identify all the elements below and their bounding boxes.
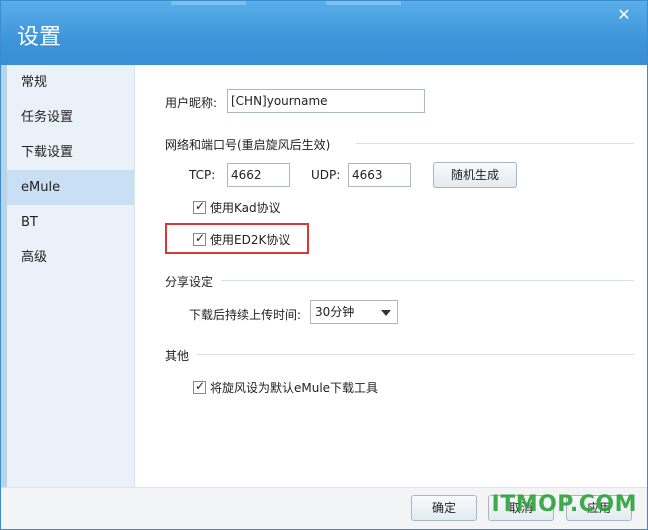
chevron-down-icon bbox=[381, 310, 391, 316]
checkbox-box: ✓ bbox=[193, 231, 206, 246]
ed2k-checkbox[interactable]: ✓ 使用ED2K协议 bbox=[193, 231, 290, 248]
other-group-label: 其他 bbox=[165, 349, 190, 363]
sidebar-item-download-settings[interactable]: 下载设置 bbox=[7, 135, 134, 170]
group-divider bbox=[221, 280, 634, 281]
group-divider bbox=[197, 354, 634, 355]
window-title: 设置 bbox=[17, 25, 62, 50]
ok-button[interactable]: 确定 bbox=[411, 495, 477, 521]
random-generate-button[interactable]: 随机生成 bbox=[433, 162, 517, 188]
checkbox-box: ✓ bbox=[193, 379, 206, 394]
udp-port-input[interactable]: 4663 bbox=[348, 163, 411, 187]
tcp-label: TCP: bbox=[189, 168, 216, 182]
sidebar: 常规 任务设置 下载设置 eMule BT 高级 bbox=[7, 65, 135, 522]
ed2k-checkbox-label: 使用ED2K协议 bbox=[210, 233, 291, 247]
checkmark-icon: ✓ bbox=[195, 199, 206, 213]
settings-window: 设置 ✕ 常规 任务设置 下载设置 eMule BT 高级 用户昵称: [CHN… bbox=[0, 0, 648, 530]
title-bar-tab-hint bbox=[171, 1, 246, 5]
nickname-input[interactable]: [CHN]yourname bbox=[227, 89, 425, 113]
sidebar-item-bt[interactable]: BT bbox=[7, 205, 134, 240]
nickname-label: 用户昵称: bbox=[165, 96, 218, 110]
share-group-label: 分享设定 bbox=[165, 275, 214, 289]
kad-checkbox[interactable]: ✓ 使用Kad协议 bbox=[193, 199, 281, 216]
default-emule-checkbox[interactable]: ✓ 将旋风设为默认eMule下载工具 bbox=[193, 379, 378, 396]
upload-time-select[interactable]: 30分钟 bbox=[310, 300, 398, 324]
settings-content bbox=[136, 65, 642, 522]
checkmark-icon: ✓ bbox=[195, 379, 206, 393]
sidebar-item-emule[interactable]: eMule bbox=[7, 170, 134, 205]
tcp-port-input[interactable]: 4662 bbox=[227, 163, 290, 187]
sidebar-item-general[interactable]: 常规 bbox=[7, 65, 134, 100]
network-group-label: 网络和端口号(重启旋风后生效) bbox=[165, 138, 331, 152]
upload-time-value: 30分钟 bbox=[315, 305, 355, 319]
title-bar[interactable]: 设置 ✕ bbox=[1, 1, 647, 65]
upload-time-label: 下载后持续上传时间: bbox=[189, 308, 302, 322]
sidebar-item-task-settings[interactable]: 任务设置 bbox=[7, 100, 134, 135]
group-divider bbox=[356, 143, 634, 144]
sidebar-item-advanced[interactable]: 高级 bbox=[7, 240, 134, 275]
default-emule-checkbox-label: 将旋风设为默认eMule下载工具 bbox=[210, 381, 379, 395]
title-bar-tab-hint bbox=[326, 1, 401, 5]
checkmark-icon: ✓ bbox=[195, 231, 206, 245]
watermark: ITMOP.COM bbox=[491, 492, 637, 517]
kad-checkbox-label: 使用Kad协议 bbox=[210, 201, 281, 215]
checkbox-box: ✓ bbox=[193, 199, 206, 214]
close-icon[interactable]: ✕ bbox=[613, 5, 635, 27]
udp-label: UDP: bbox=[311, 168, 341, 182]
